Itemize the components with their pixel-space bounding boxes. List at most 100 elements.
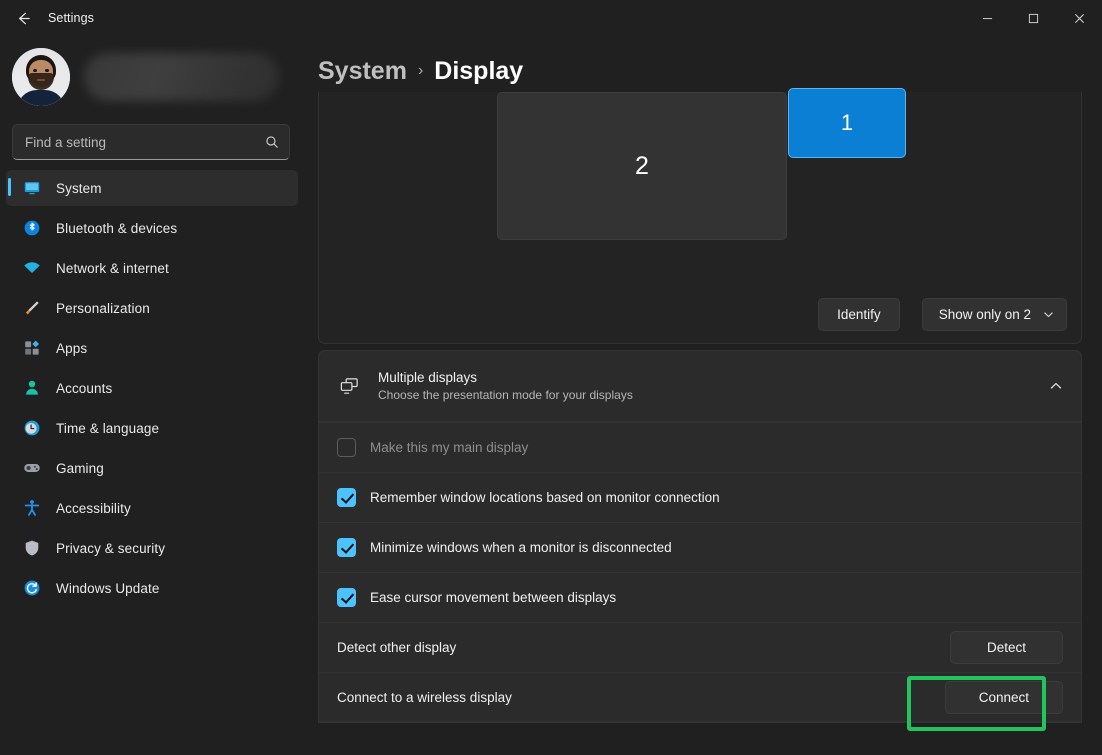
sidebar-item-system[interactable]: System bbox=[6, 170, 298, 206]
gamepad-icon bbox=[22, 458, 42, 478]
search-input[interactable] bbox=[25, 135, 265, 150]
monitor-arrangement[interactable]: 2 1 bbox=[319, 92, 1081, 288]
projection-mode-value: Show only on 2 bbox=[939, 307, 1031, 322]
projection-mode-dropdown[interactable]: Show only on 2 bbox=[922, 298, 1067, 331]
sidebar-item-label: Gaming bbox=[56, 461, 104, 476]
multiple-displays-options: Make this my main display Remember windo… bbox=[318, 422, 1082, 723]
option-label: Ease cursor movement between displays bbox=[370, 590, 616, 605]
monitor-number: 1 bbox=[841, 110, 853, 136]
window-body: System Bluetooth & devices bbox=[0, 36, 1102, 755]
clock-icon bbox=[22, 418, 42, 438]
multiple-displays-title: Multiple displays bbox=[378, 370, 1032, 385]
minimize-icon bbox=[982, 13, 993, 24]
shield-icon bbox=[22, 538, 42, 558]
identify-label: Identify bbox=[837, 307, 881, 322]
multiple-displays-header[interactable]: Multiple displays Choose the presentatio… bbox=[319, 351, 1081, 421]
app-title: Settings bbox=[48, 11, 94, 25]
search-icon bbox=[265, 135, 279, 149]
breadcrumb-system[interactable]: System bbox=[318, 57, 407, 86]
remember-window-locations-checkbox[interactable] bbox=[337, 488, 356, 507]
page-title: Display bbox=[434, 57, 523, 86]
breadcrumb-separator-icon: › bbox=[418, 62, 423, 80]
sidebar-item-network-internet[interactable]: Network & internet bbox=[6, 250, 298, 286]
ease-cursor-movement-checkbox[interactable] bbox=[337, 588, 356, 607]
option-row-main-display[interactable]: Make this my main display bbox=[319, 422, 1081, 472]
window-controls bbox=[964, 0, 1102, 36]
sidebar-item-personalization[interactable]: Personalization bbox=[6, 290, 298, 326]
option-row-minimize-windows[interactable]: Minimize windows when a monitor is disco… bbox=[319, 522, 1081, 572]
bluetooth-icon bbox=[22, 218, 42, 238]
action-row-detect-other-display: Detect other display Detect bbox=[319, 622, 1081, 672]
multiple-displays-card: Multiple displays Choose the presentatio… bbox=[318, 350, 1082, 422]
option-row-ease-cursor-movement[interactable]: Ease cursor movement between displays bbox=[319, 572, 1081, 622]
minimize-windows-checkbox[interactable] bbox=[337, 538, 356, 557]
sidebar-item-label: Time & language bbox=[56, 421, 159, 436]
minimize-button[interactable] bbox=[964, 0, 1010, 36]
sidebar-item-label: Network & internet bbox=[56, 261, 169, 276]
multiple-displays-subtitle: Choose the presentation mode for your di… bbox=[378, 388, 1032, 402]
breadcrumb: System › Display bbox=[318, 36, 1082, 92]
monitor-number: 2 bbox=[635, 152, 649, 181]
accessibility-icon bbox=[22, 498, 42, 518]
connect-button-label: Connect bbox=[979, 690, 1029, 705]
search-box[interactable] bbox=[12, 124, 290, 160]
sidebar-item-time-language[interactable]: Time & language bbox=[6, 410, 298, 446]
close-icon bbox=[1074, 13, 1085, 24]
account-name-redacted bbox=[84, 53, 279, 101]
connect-button[interactable]: Connect bbox=[945, 681, 1063, 714]
close-button[interactable] bbox=[1056, 0, 1102, 36]
settings-scroll-area: 2 1 Identify Show only on 2 bbox=[318, 92, 1082, 723]
sidebar-item-privacy-security[interactable]: Privacy & security bbox=[6, 530, 298, 566]
sidebar-item-bluetooth-devices[interactable]: Bluetooth & devices bbox=[6, 210, 298, 246]
account-header[interactable] bbox=[0, 44, 302, 110]
back-button[interactable] bbox=[6, 3, 40, 33]
maximize-icon bbox=[1028, 13, 1039, 24]
connect-wireless-display-label: Connect to a wireless display bbox=[337, 690, 512, 705]
title-bar: Settings bbox=[0, 0, 1102, 36]
monitor-icon bbox=[22, 178, 42, 198]
chevron-down-icon bbox=[1043, 309, 1054, 320]
sidebar-item-accounts[interactable]: Accounts bbox=[6, 370, 298, 406]
monitor-2[interactable]: 2 bbox=[497, 92, 787, 240]
option-row-remember-window-locations[interactable]: Remember window locations based on monit… bbox=[319, 472, 1081, 522]
avatar bbox=[12, 48, 70, 106]
search-container bbox=[0, 110, 302, 160]
update-icon bbox=[22, 578, 42, 598]
display-arrangement-card: 2 1 Identify Show only on 2 bbox=[318, 92, 1082, 344]
arrangement-actions: Identify Show only on 2 bbox=[818, 298, 1067, 331]
multiple-displays-icon bbox=[337, 374, 361, 398]
detect-button-label: Detect bbox=[987, 640, 1026, 655]
option-label: Minimize windows when a monitor is disco… bbox=[370, 540, 672, 555]
sidebar-item-label: Windows Update bbox=[56, 581, 159, 596]
back-arrow-icon bbox=[16, 11, 31, 26]
monitor-1[interactable]: 1 bbox=[788, 88, 906, 158]
sidebar-item-label: Accounts bbox=[56, 381, 112, 396]
sidebar-item-gaming[interactable]: Gaming bbox=[6, 450, 298, 486]
person-icon bbox=[22, 378, 42, 398]
content-area: System › Display 2 1 bbox=[302, 36, 1102, 755]
maximize-button[interactable] bbox=[1010, 0, 1056, 36]
action-row-connect-wireless-display: Connect to a wireless display Connect bbox=[319, 672, 1081, 722]
option-label: Remember window locations based on monit… bbox=[370, 490, 720, 505]
sidebar: System Bluetooth & devices bbox=[0, 36, 302, 755]
settings-window: Settings bbox=[0, 0, 1102, 755]
chevron-up-icon[interactable] bbox=[1049, 379, 1063, 393]
detect-button[interactable]: Detect bbox=[950, 631, 1063, 664]
detect-other-display-label: Detect other display bbox=[337, 640, 456, 655]
apps-icon bbox=[22, 338, 42, 358]
paintbrush-icon bbox=[22, 298, 42, 318]
sidebar-item-label: Bluetooth & devices bbox=[56, 221, 177, 236]
sidebar-item-apps[interactable]: Apps bbox=[6, 330, 298, 366]
sidebar-nav: System Bluetooth & devices bbox=[0, 170, 302, 610]
sidebar-item-label: Accessibility bbox=[56, 501, 131, 516]
sidebar-item-label: Apps bbox=[56, 341, 87, 356]
sidebar-item-label: Privacy & security bbox=[56, 541, 165, 556]
make-main-display-checkbox[interactable] bbox=[337, 438, 356, 457]
identify-button[interactable]: Identify bbox=[818, 298, 900, 331]
sidebar-item-windows-update[interactable]: Windows Update bbox=[6, 570, 298, 606]
sidebar-item-accessibility[interactable]: Accessibility bbox=[6, 490, 298, 526]
multiple-displays-text: Multiple displays Choose the presentatio… bbox=[378, 370, 1032, 402]
wifi-icon bbox=[22, 258, 42, 278]
sidebar-item-label: Personalization bbox=[56, 301, 150, 316]
sidebar-item-label: System bbox=[56, 181, 102, 196]
